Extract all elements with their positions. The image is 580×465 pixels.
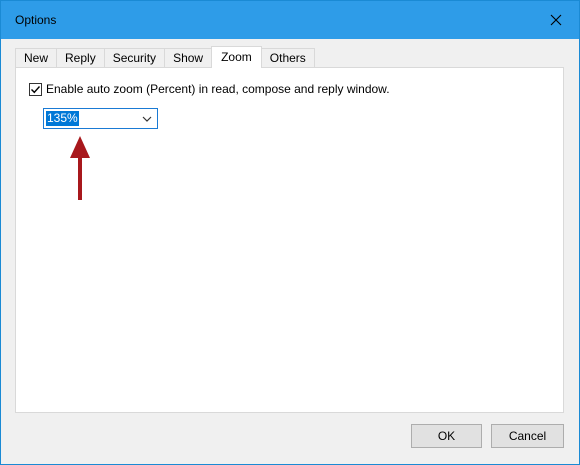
title-bar[interactable]: Options bbox=[1, 1, 579, 39]
close-button[interactable] bbox=[533, 1, 579, 39]
checkmark-icon bbox=[31, 85, 41, 93]
tab-show[interactable]: Show bbox=[164, 48, 213, 68]
auto-zoom-option[interactable]: Enable auto zoom (Percent) in read, comp… bbox=[29, 82, 390, 96]
window-title: Options bbox=[15, 13, 57, 27]
zoom-tab-panel: Enable auto zoom (Percent) in read, comp… bbox=[15, 67, 564, 413]
auto-zoom-checkbox[interactable] bbox=[29, 82, 42, 96]
auto-zoom-label: Enable auto zoom (Percent) in read, comp… bbox=[46, 82, 390, 96]
tab-others[interactable]: Others bbox=[260, 48, 315, 68]
tab-security[interactable]: Security bbox=[103, 48, 166, 68]
tab-strip: New Reply Security Show Zoom Others bbox=[15, 46, 315, 68]
zoom-percent-combobox[interactable]: 135% bbox=[43, 108, 158, 129]
tab-zoom[interactable]: Zoom bbox=[211, 46, 262, 68]
chevron-down-icon[interactable] bbox=[141, 113, 153, 125]
arrow-up-icon bbox=[70, 136, 90, 200]
close-icon bbox=[550, 14, 562, 26]
options-dialog: Options New Reply Security Show Zoom Oth… bbox=[0, 0, 580, 465]
tab-new[interactable]: New bbox=[15, 48, 58, 68]
cancel-button[interactable]: Cancel bbox=[491, 424, 564, 448]
tab-reply[interactable]: Reply bbox=[56, 48, 105, 68]
zoom-percent-value[interactable]: 135% bbox=[46, 111, 79, 126]
ok-button[interactable]: OK bbox=[411, 424, 482, 448]
